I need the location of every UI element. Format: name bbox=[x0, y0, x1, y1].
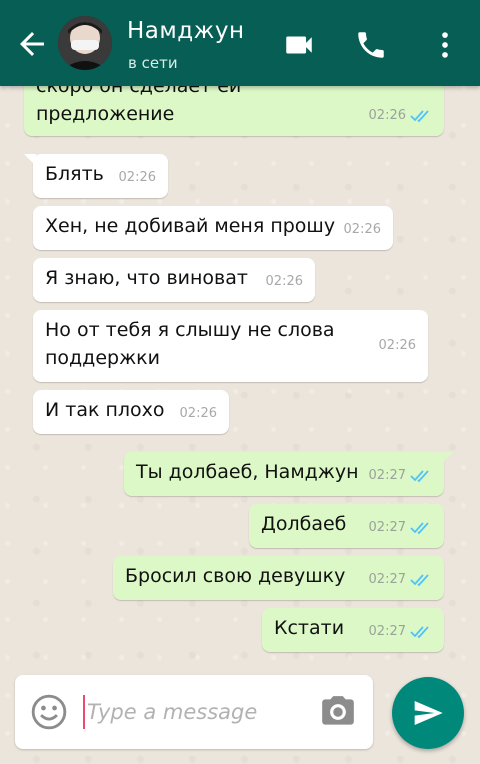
message-text: Но от тебя я слышу не слова bbox=[45, 319, 335, 341]
message-time: 02:27 bbox=[368, 572, 406, 587]
message-text: И так плохо bbox=[45, 399, 165, 421]
message-text: Хен, не добивай меня прошу bbox=[45, 215, 336, 237]
message-text: Бросил свою девушку bbox=[125, 565, 346, 587]
message-incoming[interactable]: Хен, не добивай меня прошу 02:26 bbox=[33, 206, 393, 250]
message-outgoing[interactable]: Бросил свою девушку 02:27 bbox=[113, 556, 444, 600]
message-composer bbox=[15, 675, 373, 749]
message-time: 02:26 bbox=[378, 338, 416, 353]
camera-icon[interactable] bbox=[318, 693, 358, 731]
message-time: 02:26 bbox=[265, 274, 303, 289]
contact-name[interactable]: Намджун bbox=[127, 18, 245, 44]
message-text: Я знаю, что виноват bbox=[45, 267, 248, 289]
message-outgoing[interactable]: Долбаеб 02:27 bbox=[249, 504, 444, 548]
phone-icon[interactable] bbox=[354, 28, 388, 62]
message-text: поддержки bbox=[45, 347, 161, 369]
message-outgoing[interactable]: Ты долбаеб, Намджун 02:27 bbox=[124, 452, 453, 496]
avatar[interactable] bbox=[58, 16, 112, 70]
send-icon bbox=[414, 701, 443, 725]
message-time: 02:27 bbox=[368, 520, 406, 535]
send-button[interactable] bbox=[392, 677, 464, 749]
message-time: 02:27 bbox=[368, 624, 406, 639]
more-vert-icon[interactable] bbox=[428, 28, 462, 62]
read-receipt-icon bbox=[410, 470, 429, 483]
read-receipt-icon bbox=[410, 522, 429, 535]
message-incoming[interactable]: Но от тебя я слышу не слова поддержки 02… bbox=[33, 310, 428, 382]
message-text: Кстати bbox=[274, 617, 345, 639]
read-receipt-icon bbox=[410, 574, 429, 587]
video-call-icon[interactable] bbox=[282, 28, 316, 62]
message-time: 02:26 bbox=[179, 406, 217, 421]
message-outgoing[interactable]: Кстати 02:27 bbox=[262, 608, 444, 652]
back-arrow-icon[interactable] bbox=[14, 26, 50, 62]
message-incoming[interactable]: Блять 02:26 bbox=[24, 154, 168, 198]
message-incoming[interactable]: Я знаю, что виноват 02:26 bbox=[33, 258, 315, 302]
read-receipt-icon bbox=[410, 626, 429, 639]
contact-status: в сети bbox=[128, 54, 178, 72]
message-time: 02:27 bbox=[368, 468, 406, 483]
message-text: Долбаеб bbox=[261, 513, 347, 535]
read-receipt-icon bbox=[410, 110, 429, 123]
emoji-icon[interactable] bbox=[30, 693, 68, 731]
message-incoming[interactable]: И так плохо 02:26 bbox=[33, 390, 229, 434]
message-text: Блять bbox=[45, 163, 104, 185]
text-cursor bbox=[83, 695, 85, 729]
message-time: 02:26 bbox=[343, 222, 381, 237]
message-text: Ты долбаеб, Намджун bbox=[136, 461, 359, 483]
chat-header: Намджун в сети bbox=[0, 0, 480, 86]
message-time: 02:26 bbox=[118, 170, 156, 185]
message-time: 02:26 bbox=[368, 108, 406, 123]
message-input[interactable] bbox=[87, 693, 307, 731]
